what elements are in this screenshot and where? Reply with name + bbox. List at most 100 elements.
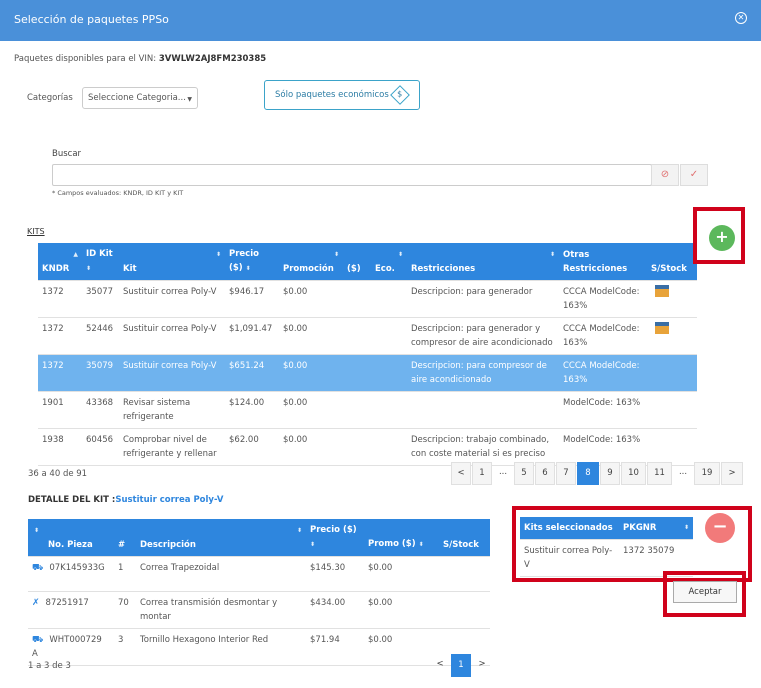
kit-stock: [647, 428, 697, 466]
add-kit-button[interactable]: +: [709, 225, 735, 251]
kit-restr: [407, 391, 559, 429]
col-pkgnr[interactable]: PKGNR ⬍: [619, 517, 693, 540]
kit-id: 60456: [82, 428, 119, 466]
page-button[interactable]: 7: [556, 462, 576, 485]
close-icon[interactable]: ✕: [735, 12, 747, 24]
col-promo-amount[interactable]: ($): [343, 243, 371, 281]
page-button[interactable]: 19: [694, 462, 720, 485]
kit-precio: $124.00: [225, 391, 279, 429]
col-stock[interactable]: S/Stock: [647, 243, 697, 281]
kit-eco: [371, 317, 407, 355]
clear-search-button[interactable]: ⊘: [651, 164, 679, 186]
kit-row[interactable]: 1372 52446 Sustituir correa Poly-V $1,091.4…: [38, 317, 697, 355]
kit-otras: ModelCode: 163%: [559, 391, 647, 429]
col-restricciones[interactable]: ⬍ Restricciones: [407, 243, 559, 281]
col-pieza[interactable]: ⬍ No. Pieza: [28, 519, 114, 557]
kit-row[interactable]: 1372 35079 Sustituir correa Poly-V $651.24 $…: [38, 354, 697, 392]
col-id-kit[interactable]: ID Kit ⬍: [82, 243, 119, 281]
col-promocion[interactable]: ⬍ Promoción: [279, 243, 343, 281]
kit-precio: $651.24: [225, 354, 279, 392]
col-desc[interactable]: ⬍ Descripción: [136, 519, 306, 557]
search-input[interactable]: [52, 164, 652, 186]
kit-id: 35079: [82, 354, 119, 392]
col-eco[interactable]: ⬍ Eco.: [371, 243, 407, 281]
col-otras[interactable]: Otras Restricciones: [559, 243, 647, 281]
page-button[interactable]: 1: [472, 462, 492, 485]
page-button[interactable]: <: [430, 654, 450, 677]
kit-otras: CCCA ModelCode: 163%: [559, 280, 647, 318]
kit-stock: [647, 354, 697, 392]
car-icon: ⛟: [32, 563, 44, 573]
kit-promo: $0.00: [279, 354, 343, 392]
search-note: * Campos evaluados: KNDR, ID KIT y KIT: [52, 189, 184, 197]
search-label: Buscar: [52, 149, 82, 159]
kit-promo-amt: [343, 317, 371, 355]
col-stock-det[interactable]: S/Stock: [439, 519, 490, 557]
kit-eco: [371, 354, 407, 392]
col-precio-det[interactable]: Precio ($) ⬍: [306, 519, 364, 557]
remove-kit-button[interactable]: −: [705, 513, 735, 543]
detail-desc: Tornillo Hexagono Interior Red: [136, 628, 306, 666]
detail-row[interactable]: ⛟ 07K145933G 1 Correa Trapezoidal $145.30 $0.…: [28, 556, 490, 592]
kits-table: ▲ KNDR ID Kit ⬍ ⬍ Kit Precio ($) ⬍ ⬍ Promoc…: [38, 243, 697, 466]
pager-ellipsis: ...: [678, 467, 688, 477]
dialog-header: Selección de paquetes PPSo ✕: [0, 0, 761, 41]
col-promo-det[interactable]: Promo ($) ⬍: [364, 519, 439, 557]
page-button[interactable]: 10: [621, 462, 646, 485]
kit-eco: [371, 280, 407, 318]
kit-row[interactable]: 1938 60456 Comprobar nivel de refrigerante…: [38, 428, 697, 466]
chevron-down-icon: ▼: [187, 96, 192, 103]
dialog-title: Selección de paquetes PPSo: [14, 13, 169, 26]
page-button[interactable]: >: [472, 654, 492, 677]
col-kit[interactable]: ⬍ Kit: [119, 243, 225, 281]
page-button[interactable]: 8: [577, 462, 599, 485]
kit-restr: Descripcion: para generador: [407, 280, 559, 318]
kit-row[interactable]: 1372 35077 Sustituir correa Poly-V $946.17 $…: [38, 280, 697, 318]
selected-kits-table: Kits seleccionados PKGNR ⬍ Sustituir cor…: [520, 517, 693, 577]
page-button[interactable]: >: [721, 462, 743, 485]
categorias-label: Categorías: [27, 93, 73, 103]
kit-id: 43368: [82, 391, 119, 429]
eco-filter-button[interactable]: Sólo paquetes económicos $: [264, 80, 420, 110]
detail-pieza: 87251917: [45, 598, 89, 608]
kit-promo: $0.00: [279, 317, 343, 355]
car-icon: ⛟: [32, 635, 44, 645]
page-button[interactable]: 6: [535, 462, 555, 485]
search-ok-button[interactable]: ✓: [680, 164, 708, 186]
tools-icon: ✗: [32, 598, 40, 608]
kit-row[interactable]: 1901 43368 Revisar sistema refrigerante $12…: [38, 391, 697, 429]
kit-id: 35077: [82, 280, 119, 318]
col-kndr[interactable]: ▲ KNDR: [38, 243, 82, 281]
detail-row[interactable]: ⛟ WHT000729 A 3 Tornillo Hexagono Interior …: [28, 628, 490, 666]
detail-precio: $145.30: [306, 556, 364, 592]
page-button[interactable]: 9: [600, 462, 620, 485]
kit-name: Sustituir correa Poly-V: [119, 280, 225, 318]
kits-pager-info: 36 a 40 de 91: [28, 469, 88, 479]
kit-precio: $62.00: [225, 428, 279, 466]
detail-pieza-cell: ⛟ WHT000729 A: [28, 628, 114, 666]
page-button[interactable]: <: [451, 462, 471, 485]
kit-kndr: 1901: [38, 391, 82, 429]
page-button[interactable]: 5: [514, 462, 534, 485]
categoria-select[interactable]: Seleccione Categoria... ▼: [82, 87, 198, 109]
page-button[interactable]: 11: [647, 462, 672, 485]
kit-stock: [647, 317, 697, 355]
kit-stock: [647, 280, 697, 318]
col-precio[interactable]: Precio ($) ⬍: [225, 243, 279, 281]
detail-pagination: <1 >: [430, 654, 492, 677]
col-num[interactable]: #: [114, 519, 136, 557]
aceptar-button[interactable]: Aceptar: [673, 581, 737, 603]
detail-pager-info: 1 a 3 de 3: [28, 661, 71, 671]
page-button[interactable]: 1: [451, 654, 471, 677]
kit-otras: CCCA ModelCode: 163%: [559, 317, 647, 355]
detail-kit-name: Sustituir correa Poly-V: [115, 495, 224, 505]
kit-stock: [647, 391, 697, 429]
kit-precio: $946.17: [225, 280, 279, 318]
detail-row[interactable]: ✗ 87251917 70 Correa transmisión desmontar …: [28, 591, 490, 629]
kit-restr: Descripcion: para compresor de aire acon…: [407, 354, 559, 392]
detail-table-header: ⬍ No. Pieza # ⬍ Descripción Precio ($) ⬍ P…: [28, 519, 490, 557]
vin-row: Paquetes disponibles para el VIN: 3VWLW2…: [14, 54, 266, 64]
kits-pagination: <1... 5 6 7 8 9 10 11... 19 >: [451, 462, 743, 485]
col-kits-seleccionados[interactable]: Kits seleccionados: [520, 517, 619, 540]
kit-promo-amt: [343, 280, 371, 318]
